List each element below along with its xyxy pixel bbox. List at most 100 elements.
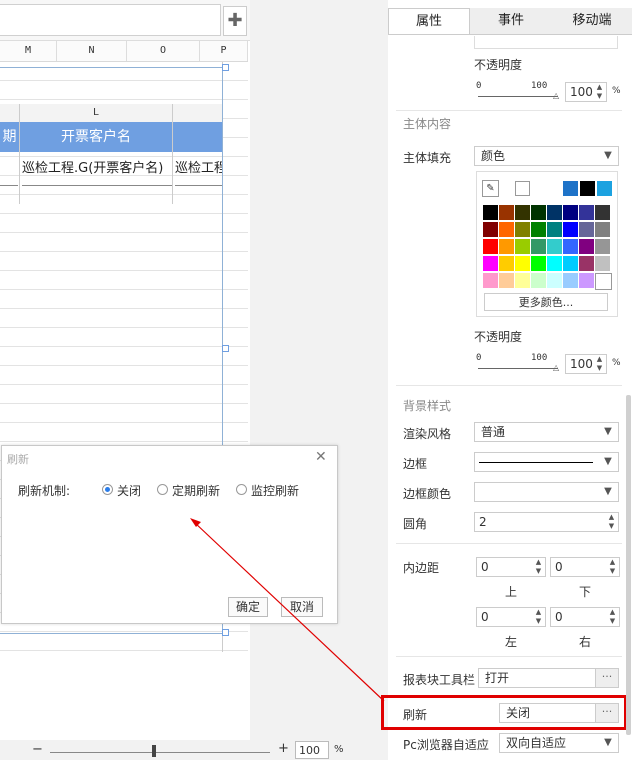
opacity-input[interactable]: 100 ▲ ▼ bbox=[565, 354, 607, 374]
adapt-select[interactable]: 双向自适应 ▼ bbox=[499, 733, 619, 753]
color-swatch[interactable] bbox=[499, 256, 514, 271]
color-swatch[interactable] bbox=[579, 239, 594, 254]
color-swatch[interactable] bbox=[547, 273, 562, 288]
tab-properties[interactable]: 属性 bbox=[388, 8, 470, 34]
color-swatch[interactable] bbox=[563, 205, 578, 220]
opacity-input[interactable]: 100 ▲ ▼ bbox=[565, 82, 607, 102]
zoom-input[interactable]: 100 bbox=[295, 741, 329, 759]
toolbar-field[interactable]: 打开 ··· bbox=[478, 668, 619, 688]
color-swatch[interactable] bbox=[483, 256, 498, 271]
color-swatch[interactable] bbox=[579, 273, 594, 288]
color-swatch[interactable] bbox=[595, 256, 610, 271]
no-color-swatch[interactable] bbox=[515, 181, 530, 196]
color-swatch[interactable] bbox=[499, 273, 514, 288]
column-header-o[interactable]: O bbox=[127, 41, 200, 61]
column-header-p[interactable]: P bbox=[200, 41, 248, 61]
color-swatch[interactable] bbox=[483, 205, 498, 220]
padding-bottom-input[interactable]: 0 ▲ ▼ bbox=[550, 557, 620, 577]
spin-up-icon[interactable]: ▲ bbox=[593, 83, 606, 92]
zoom-slider-track[interactable] bbox=[50, 752, 270, 753]
color-swatch[interactable] bbox=[563, 239, 578, 254]
color-swatch[interactable] bbox=[483, 222, 498, 237]
color-swatch[interactable] bbox=[547, 256, 562, 271]
spin-down-icon[interactable]: ▼ bbox=[593, 364, 606, 373]
more-options-button[interactable]: ··· bbox=[595, 669, 618, 687]
formula-input[interactable] bbox=[0, 4, 221, 36]
color-swatch[interactable] bbox=[579, 256, 594, 271]
color-swatch[interactable] bbox=[531, 256, 546, 271]
border-color-select[interactable]: ▼ bbox=[474, 482, 619, 502]
color-swatch[interactable] bbox=[531, 239, 546, 254]
color-swatch[interactable] bbox=[547, 205, 562, 220]
padding-left-input[interactable]: 0 ▲ ▼ bbox=[476, 607, 546, 627]
spin-down-icon[interactable]: ▼ bbox=[593, 92, 606, 101]
resize-handle[interactable] bbox=[222, 629, 229, 636]
color-swatch[interactable] bbox=[597, 181, 612, 196]
color-swatch[interactable] bbox=[499, 222, 514, 237]
zoom-out-button[interactable]: − bbox=[32, 742, 43, 757]
tab-mobile[interactable]: 移动端 bbox=[552, 8, 632, 34]
color-swatch[interactable] bbox=[483, 273, 498, 288]
color-swatch[interactable] bbox=[579, 222, 594, 237]
radio-off[interactable] bbox=[102, 484, 113, 495]
column-header-n[interactable]: N bbox=[57, 41, 127, 61]
color-swatch[interactable] bbox=[515, 239, 530, 254]
add-button[interactable]: ✚ bbox=[223, 6, 247, 36]
partial-field[interactable] bbox=[474, 36, 618, 49]
spin-up-icon[interactable]: ▲ bbox=[532, 558, 545, 567]
color-swatch[interactable] bbox=[531, 205, 546, 220]
color-swatch[interactable] bbox=[563, 256, 578, 271]
radio-monitor[interactable] bbox=[236, 484, 247, 495]
color-swatch[interactable] bbox=[595, 273, 612, 290]
spin-down-icon[interactable]: ▼ bbox=[606, 617, 619, 626]
color-swatch[interactable] bbox=[563, 222, 578, 237]
close-icon[interactable]: ✕ bbox=[315, 449, 327, 465]
tab-events[interactable]: 事件 bbox=[470, 8, 552, 34]
render-style-select[interactable]: 普通 ▼ bbox=[474, 422, 619, 442]
spin-down-icon[interactable]: ▼ bbox=[532, 617, 545, 626]
confirm-button[interactable]: 确定 bbox=[228, 597, 268, 617]
color-swatch[interactable] bbox=[515, 222, 530, 237]
resize-handle[interactable] bbox=[222, 345, 229, 352]
color-swatch[interactable] bbox=[547, 239, 562, 254]
fill-select[interactable]: 颜色 ▼ bbox=[474, 146, 619, 166]
cancel-button[interactable]: 取消 bbox=[281, 597, 323, 617]
eyedropper-icon[interactable]: ✎ bbox=[482, 180, 499, 197]
opacity-slider[interactable] bbox=[478, 96, 558, 97]
color-swatch[interactable] bbox=[515, 273, 530, 288]
radio-timed[interactable] bbox=[157, 484, 168, 495]
spin-up-icon[interactable]: ▲ bbox=[605, 513, 618, 522]
radio-timed-label[interactable]: 定期刷新 bbox=[172, 482, 220, 499]
color-swatch[interactable] bbox=[499, 239, 514, 254]
color-swatch[interactable] bbox=[515, 256, 530, 271]
padding-right-input[interactable]: 0 ▲ ▼ bbox=[550, 607, 620, 627]
spin-up-icon[interactable]: ▲ bbox=[606, 608, 619, 617]
radio-monitor-label[interactable]: 监控刷新 bbox=[251, 482, 299, 499]
color-swatch[interactable] bbox=[563, 273, 578, 288]
zoom-slider-thumb[interactable] bbox=[152, 745, 156, 757]
spin-up-icon[interactable]: ▲ bbox=[532, 608, 545, 617]
radio-off-label[interactable]: 关闭 bbox=[117, 482, 141, 499]
padding-top-input[interactable]: 0 ▲ ▼ bbox=[476, 557, 546, 577]
slider-thumb[interactable]: △ bbox=[553, 91, 559, 100]
color-swatch[interactable] bbox=[499, 205, 514, 220]
spin-down-icon[interactable]: ▼ bbox=[605, 522, 618, 531]
border-select[interactable]: ▼ bbox=[474, 452, 619, 472]
radius-input[interactable]: 2 ▲ ▼ bbox=[474, 512, 619, 532]
color-swatch[interactable] bbox=[595, 205, 610, 220]
color-swatch[interactable] bbox=[531, 273, 546, 288]
zoom-in-button[interactable]: + bbox=[278, 741, 289, 756]
color-swatch[interactable] bbox=[483, 239, 498, 254]
color-swatch[interactable] bbox=[531, 222, 546, 237]
spin-down-icon[interactable]: ▼ bbox=[532, 567, 545, 576]
more-colors-button[interactable]: 更多颜色... bbox=[484, 293, 608, 311]
color-swatch[interactable] bbox=[515, 205, 530, 220]
spin-up-icon[interactable]: ▲ bbox=[593, 355, 606, 364]
color-swatch[interactable] bbox=[579, 205, 594, 220]
spin-down-icon[interactable]: ▼ bbox=[606, 567, 619, 576]
color-swatch[interactable] bbox=[595, 239, 610, 254]
spin-up-icon[interactable]: ▲ bbox=[606, 558, 619, 567]
opacity-slider[interactable] bbox=[478, 368, 558, 369]
color-swatch[interactable] bbox=[595, 222, 610, 237]
slider-thumb[interactable]: △ bbox=[553, 363, 559, 372]
